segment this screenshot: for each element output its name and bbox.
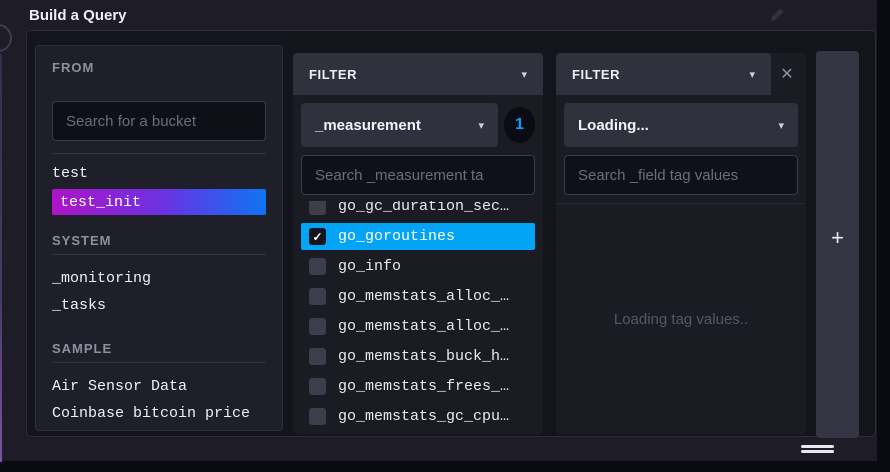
measurement-row[interactable]: go_gc_duration_sec… xyxy=(301,201,535,220)
measurement-row[interactable]: go_memstats_gc_cpu… xyxy=(301,403,535,430)
filter2-controls: Loading... ▾ xyxy=(556,95,806,195)
filter-card-1: FILTER ▾ _measurement ▾ 1 go_gc_duration… xyxy=(293,53,543,434)
bucket-item-air-sensor[interactable]: Air Sensor Data xyxy=(52,373,266,400)
bucket-search-input[interactable] xyxy=(52,101,266,141)
measurement-label: go_memstats_alloc_… xyxy=(338,318,509,335)
bucket-item-test[interactable]: test xyxy=(52,160,266,187)
bucket-item-test-init-selected[interactable]: test_init xyxy=(52,189,266,215)
measurement-label: go_memstats_gc_cpu… xyxy=(338,408,509,425)
filter2-body: Loading tag values.. xyxy=(556,204,806,434)
tag-key-dropdown[interactable]: _measurement ▾ xyxy=(301,103,498,147)
chevron-down-icon: ▾ xyxy=(521,68,527,81)
checkbox-unchecked[interactable] xyxy=(309,288,326,305)
plus-icon: + xyxy=(831,227,844,438)
checkbox-unchecked[interactable] xyxy=(309,348,326,365)
bucket-item-coinbase[interactable]: Coinbase bitcoin price xyxy=(52,400,266,427)
filter1-controls: _measurement ▾ 1 xyxy=(293,95,543,195)
checkbox-unchecked[interactable] xyxy=(309,378,326,395)
checkbox-unchecked[interactable] xyxy=(309,258,326,275)
edit-pencil-icon[interactable] xyxy=(768,6,786,24)
check-icon: ✓ xyxy=(312,231,322,243)
measurement-label: go_goroutines xyxy=(338,228,455,245)
measurement-label: go_gc_duration_sec… xyxy=(338,201,509,215)
measurement-row[interactable]: go_memstats_alloc_… xyxy=(301,313,535,340)
tag-key-value: Loading... xyxy=(578,117,649,134)
from-panel: FROM test test_init SYSTEM _monitoring _… xyxy=(35,45,283,431)
measurement-label: go_info xyxy=(338,258,401,275)
add-filter-button[interactable]: + xyxy=(816,51,859,438)
measurement-search-input[interactable] xyxy=(301,155,535,195)
panel-resize-handle[interactable] xyxy=(801,445,834,453)
from-label: FROM xyxy=(52,60,266,75)
divider xyxy=(52,362,266,363)
checkbox-unchecked[interactable] xyxy=(309,408,326,425)
build-query-panel: Build a Query FROM test test_init SYSTEM… xyxy=(0,0,890,472)
close-filter-icon[interactable]: ✕ xyxy=(778,65,796,83)
left-edge-accent xyxy=(0,54,2,462)
divider xyxy=(52,254,266,255)
measurement-row-selected[interactable]: ✓ go_goroutines xyxy=(301,223,535,250)
bucket-label: _monitoring xyxy=(52,270,151,287)
selected-count-badge: 1 xyxy=(504,107,535,143)
chevron-down-icon: ▾ xyxy=(778,119,784,132)
section-label-system: SYSTEM xyxy=(52,233,266,248)
chevron-down-icon: ▾ xyxy=(749,68,755,81)
handle-bar xyxy=(801,450,834,453)
filter2-type-dropdown[interactable]: FILTER ▾ xyxy=(556,53,771,95)
filter-card-2: FILTER ▾ ✕ Loading... ▾ Loading tag valu… xyxy=(556,53,806,434)
measurement-label: go_memstats_frees_… xyxy=(338,378,509,395)
bucket-label: _tasks xyxy=(52,297,106,314)
checkbox-unchecked[interactable] xyxy=(309,318,326,335)
bucket-label: Coinbase bitcoin price xyxy=(52,405,250,422)
measurement-row[interactable]: go_memstats_alloc_… xyxy=(301,283,535,310)
filter1-type-dropdown[interactable]: FILTER ▾ xyxy=(293,53,543,95)
query-builder-card: FROM test test_init SYSTEM _monitoring _… xyxy=(26,30,876,437)
bucket-label: Air Sensor Data xyxy=(52,378,187,395)
measurement-list: go_gc_duration_sec… ✓ go_goroutines go_i… xyxy=(293,201,543,434)
bucket-label: test_init xyxy=(60,194,141,211)
measurement-row[interactable]: go_memstats_frees_… xyxy=(301,373,535,400)
bucket-item-monitoring[interactable]: _monitoring xyxy=(52,265,266,292)
handle-bar xyxy=(801,445,834,448)
checkbox-unchecked[interactable] xyxy=(309,201,326,215)
tag-key-value: _measurement xyxy=(315,117,421,134)
measurement-row[interactable]: go_info xyxy=(301,253,535,280)
bucket-label: test xyxy=(52,165,88,182)
measurement-row[interactable]: go_memstats_buck_h… xyxy=(301,343,535,370)
loading-tag-values-text: Loading tag values.. xyxy=(614,311,748,328)
measurement-label: go_memstats_alloc_… xyxy=(338,288,509,305)
measurement-label: go_memstats_buck_h… xyxy=(338,348,509,365)
bucket-item-tasks[interactable]: _tasks xyxy=(52,292,266,319)
filter1-label: FILTER xyxy=(309,67,357,82)
filter2-label: FILTER xyxy=(572,67,620,82)
tag-key-dropdown-loading[interactable]: Loading... ▾ xyxy=(564,103,798,147)
chevron-down-icon: ▾ xyxy=(478,119,484,132)
checkbox-checked[interactable]: ✓ xyxy=(309,228,326,245)
page-title: Build a Query xyxy=(29,7,127,24)
section-label-sample: SAMPLE xyxy=(52,341,266,356)
divider xyxy=(52,153,266,154)
field-search-input[interactable] xyxy=(564,155,798,195)
